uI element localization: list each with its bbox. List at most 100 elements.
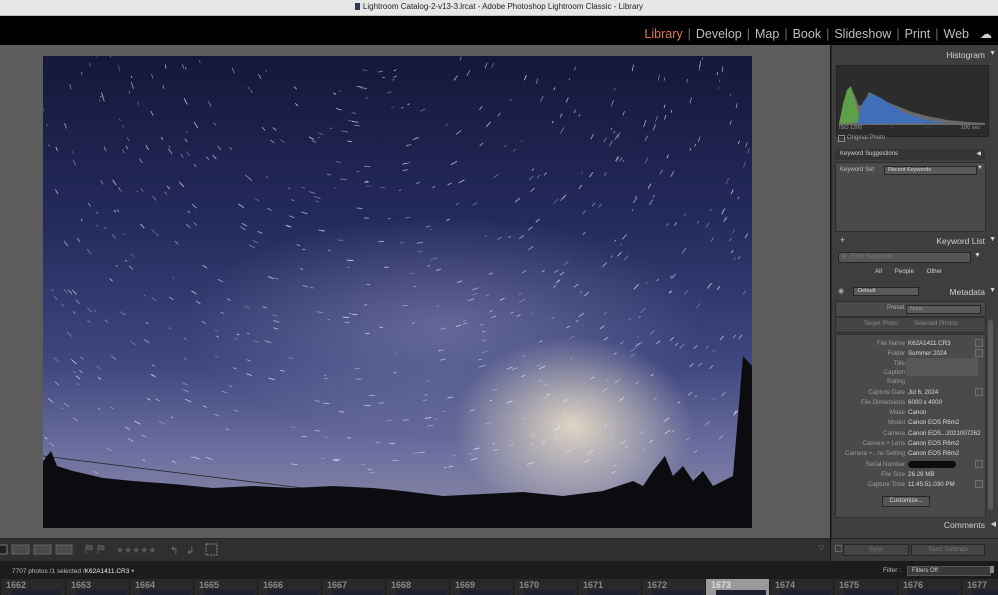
filmstrip-thumbnail[interactable] [11,590,61,595]
right-panel-scrollbar[interactable] [988,320,993,510]
filmstrip-cell[interactable]: 1662 [0,579,65,595]
star-rating-icon[interactable]: ★★★★★ [116,546,156,556]
keyword-suggestions-header[interactable]: Keyword Suggestions ◀ [835,149,985,160]
comments-header[interactable]: Comments ◀ [838,519,998,533]
filter-lock-icon[interactable] [990,566,994,573]
loupe-view-icon[interactable] [0,544,8,555]
expand-triangle-icon[interactable]: ◀ [991,520,996,528]
customize-button[interactable]: Customize... [882,496,930,507]
preset-dropdown[interactable]: None [906,305,981,314]
metadata-key: Make [889,409,905,416]
crop-overlay-icon[interactable] [205,543,218,556]
filmstrip-thumbnail[interactable] [524,590,574,595]
tab-all[interactable]: All [875,268,882,275]
rotate-right-icon[interactable]: ↲ [186,546,194,557]
collapse-triangle-icon[interactable]: ▼ [989,50,996,57]
histogram[interactable]: ISO 1200 - - 100 sec [836,65,989,137]
filmstrip-cell[interactable]: 1671 [577,579,642,595]
module-book[interactable]: Book [788,27,827,41]
filmstrip-thumbnail[interactable] [396,590,446,595]
filmstrip-cell[interactable]: 1668 [385,579,450,595]
filmstrip-index: 1668 [391,580,412,590]
metadata-view-dropdown[interactable]: Default [853,287,919,296]
add-keyword-button[interactable]: + [840,235,845,245]
sync-button[interactable]: Sync [843,544,909,556]
caption-field[interactable] [906,367,978,376]
filmstrip-thumbnail[interactable] [780,590,830,595]
right-panel: Histogram ▼ ISO 1200 - - 100 sec Original… [831,45,998,538]
selected-photos-button[interactable]: Selected Photos [914,321,958,327]
metadata-action-icon[interactable] [975,388,983,396]
metadata-action-icon[interactable] [975,349,983,357]
rating-field[interactable] [906,376,978,385]
eye-icon[interactable]: ◉ [838,287,844,295]
filmstrip-thumbnail[interactable] [332,590,382,595]
people-view-icon[interactable] [55,544,73,555]
filmstrip-cell[interactable]: 1663 [65,579,130,595]
collapse-triangle-icon[interactable]: ▼ [989,287,996,294]
filmstrip-cell[interactable]: 1669 [449,579,514,595]
filmstrip-thumbnail[interactable] [716,590,766,595]
keyword-filter-menu-icon[interactable]: ▼ [974,252,981,259]
original-photo-checkbox[interactable] [838,135,845,142]
filmstrip-thumbnail[interactable] [588,590,638,595]
filmstrip-cell[interactable]: 1674 [769,579,834,595]
keyword-set-dropdown[interactable]: Recent Keywords [884,166,977,175]
filmstrip-thumbnail[interactable] [140,590,190,595]
filmstrip-thumbnail[interactable] [268,590,318,595]
filmstrip-cell[interactable]: 1665 [193,579,258,595]
filter-dropdown[interactable]: Filters Off [907,566,991,576]
toolbar-menu-icon[interactable]: ▽ [819,544,824,552]
histogram-header[interactable]: Histogram ▼ [838,49,998,63]
filmstrip-cell[interactable]: 1676 [897,579,962,595]
rotate-left-icon[interactable]: ↰ [170,546,178,557]
module-map[interactable]: Map [750,27,784,41]
sync-settings-button[interactable]: Sync Settings [911,544,985,556]
cloud-icon[interactable]: ☁ [974,27,992,41]
filmstrip-cell[interactable]: 1667 [321,579,386,595]
metadata-row: Model Canon EOS R6m2 [840,418,986,428]
module-print[interactable]: Print [900,27,936,41]
filmstrip-cell[interactable]: 1666 [257,579,322,595]
metadata-action-icon[interactable] [975,480,983,488]
sync-bar: Sync Sync Settings [831,538,998,561]
survey-view-icon[interactable] [33,544,52,555]
module-slideshow[interactable]: Slideshow [829,27,896,41]
keyword-filter-input[interactable]: ⚲ Filter Keywords [838,252,971,263]
tab-people[interactable]: People [895,268,914,275]
metadata-action-icon[interactable] [975,339,983,347]
filmstrip-thumbnail[interactable] [204,590,254,595]
photo-preview[interactable] [43,56,752,528]
sync-toggle[interactable] [835,545,842,552]
filmstrip-cell[interactable]: 1664 [129,579,194,595]
target-photo-button[interactable]: Target Photo [864,321,898,327]
keyword-list-header[interactable]: + Keyword List ▼ [838,235,998,249]
filmstrip-thumbnail[interactable] [844,590,894,595]
module-web[interactable]: Web [939,27,974,41]
flag-pick-icon[interactable] [85,544,93,554]
filmstrip-cell[interactable]: 1673 [705,579,770,595]
expand-triangle-icon[interactable]: ◀ [976,150,981,157]
filmstrip-thumbnail[interactable] [972,590,998,595]
metadata-action-icon[interactable] [975,460,983,468]
compare-view-icon[interactable] [11,544,30,555]
keyword-set-menu-icon[interactable]: ▼ [977,165,983,171]
flag-reject-icon[interactable] [97,544,105,554]
collapse-triangle-icon[interactable]: ▼ [989,236,996,243]
module-develop[interactable]: Develop [691,27,747,41]
title-field[interactable] [906,358,978,367]
filmstrip-thumbnail[interactable] [652,590,702,595]
filmstrip-cell[interactable]: 1675 [833,579,898,595]
filmstrip-thumbnail[interactable] [908,590,958,595]
filmstrip-cell[interactable]: 1670 [513,579,578,595]
current-filename[interactable]: K62A1411.CR3 [85,568,130,575]
filmstrip-cell[interactable]: 1677 [961,579,998,595]
filmstrip-thumbnail[interactable] [76,590,126,595]
module-library[interactable]: Library [639,27,687,41]
metadata-header[interactable]: ◉ Default Metadata ▼ [838,286,998,301]
filmstrip-thumbnail[interactable] [460,590,510,595]
filmstrip[interactable]: 1662 1663 1664 1665 1666 1667 1668 1669 1670 1671… [0,579,998,595]
metadata-value: Jul 6, 2024 [908,389,939,396]
filmstrip-cell[interactable]: 1672 [641,579,706,595]
tab-other[interactable]: Other [927,268,942,275]
